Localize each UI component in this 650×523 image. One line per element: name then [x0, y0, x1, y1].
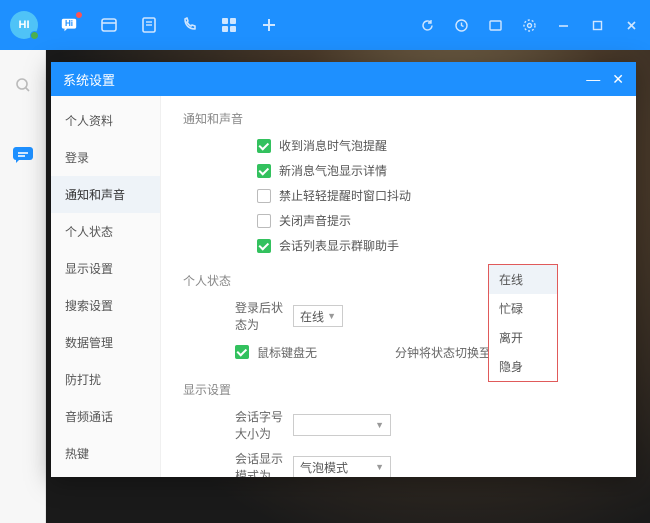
mouse-idle-prefix: 鼠标键盘无: [257, 344, 317, 361]
notify-checkbox-3[interactable]: [257, 214, 271, 228]
dialog-minimize-icon[interactable]: —: [586, 71, 600, 88]
svg-text:Hi: Hi: [65, 19, 73, 28]
nav-item-5[interactable]: 搜索设置: [51, 287, 160, 324]
section-label-notify: 通知和声音: [161, 104, 636, 133]
dialog-header: 系统设置 — ✕: [51, 62, 636, 96]
nav-chat-icon[interactable]: Hi: [60, 16, 78, 34]
section-label-display: 显示设置: [161, 375, 636, 404]
font-size-select[interactable]: ▼: [293, 414, 391, 436]
nav-item-6[interactable]: 数据管理: [51, 324, 160, 361]
window-minimize-icon[interactable]: [554, 16, 572, 34]
settings-dialog: 系统设置 — ✕ 个人资料登录通知和声音个人状态显示设置搜索设置数据管理防打扰音…: [51, 62, 636, 477]
notify-checkbox-1[interactable]: [257, 164, 271, 178]
settings-nav: 个人资料登录通知和声音个人状态显示设置搜索设置数据管理防打扰音频通话热键安全自动…: [51, 96, 161, 477]
nav-item-9[interactable]: 热键: [51, 435, 160, 472]
nav-item-4[interactable]: 显示设置: [51, 250, 160, 287]
notify-checkbox-2[interactable]: [257, 189, 271, 203]
nav-item-3[interactable]: 个人状态: [51, 213, 160, 250]
dropdown-option-1[interactable]: 忙碌: [489, 294, 557, 323]
notify-label-1: 新消息气泡显示详情: [279, 162, 387, 179]
window-maximize-icon[interactable]: [588, 16, 606, 34]
nav-item-2[interactable]: 通知和声音: [51, 176, 160, 213]
nav-add-icon[interactable]: [260, 16, 278, 34]
dialog-close-icon[interactable]: ✕: [612, 71, 624, 88]
notify-label-4: 会话列表显示群聊助手: [279, 237, 399, 254]
titlebar-refresh-icon[interactable]: [418, 16, 436, 34]
nav-item-0[interactable]: 个人资料: [51, 102, 160, 139]
login-status-select[interactable]: 在线▼: [293, 305, 343, 327]
nav-phone-icon[interactable]: [180, 16, 198, 34]
status-dropdown: 在线忙碌离开隐身: [488, 264, 558, 382]
dialog-title: 系统设置: [63, 70, 115, 89]
strip-chat-icon[interactable]: [0, 132, 46, 178]
app-titlebar: HI Hi: [0, 0, 650, 50]
nav-contacts-icon[interactable]: [140, 16, 158, 34]
notify-checkbox-4[interactable]: [257, 239, 271, 253]
notify-label-3: 关闭声音提示: [279, 212, 351, 229]
login-status-label: 登录后状态为: [183, 299, 293, 333]
mouse-idle-checkbox[interactable]: [235, 345, 249, 359]
settings-content: 通知和声音 收到消息时气泡提醒新消息气泡显示详情禁止轻轻提醒时窗口抖动关闭声音提…: [161, 96, 636, 477]
notify-label-0: 收到消息时气泡提醒: [279, 137, 387, 154]
dropdown-option-2[interactable]: 离开: [489, 323, 557, 352]
nav-item-1[interactable]: 登录: [51, 139, 160, 176]
display-mode-select[interactable]: 气泡模式▼: [293, 456, 391, 477]
window-close-icon[interactable]: [622, 16, 640, 34]
titlebar-history-icon[interactable]: [452, 16, 470, 34]
nav-apps-icon[interactable]: [220, 16, 238, 34]
nav-calendar-icon[interactable]: [100, 16, 118, 34]
font-size-label: 会话字号大小为: [183, 408, 293, 442]
dropdown-option-0[interactable]: 在线: [489, 265, 557, 294]
notify-checkbox-0[interactable]: [257, 139, 271, 153]
section-label-status: 个人状态: [161, 266, 636, 295]
left-strip: [0, 50, 46, 523]
dropdown-option-3[interactable]: 隐身: [489, 352, 557, 381]
nav-item-7[interactable]: 防打扰: [51, 361, 160, 398]
nav-item-10[interactable]: 安全: [51, 472, 160, 477]
notify-label-2: 禁止轻轻提醒时窗口抖动: [279, 187, 411, 204]
titlebar-settings-icon[interactable]: [520, 16, 538, 34]
display-mode-label: 会话显示模式为: [183, 450, 293, 477]
search-icon[interactable]: [0, 62, 46, 108]
avatar[interactable]: HI: [10, 11, 38, 39]
nav-item-8[interactable]: 音频通话: [51, 398, 160, 435]
titlebar-folder-icon[interactable]: [486, 16, 504, 34]
mouse-idle-suffix: 分钟将状态切换至: [395, 344, 491, 361]
